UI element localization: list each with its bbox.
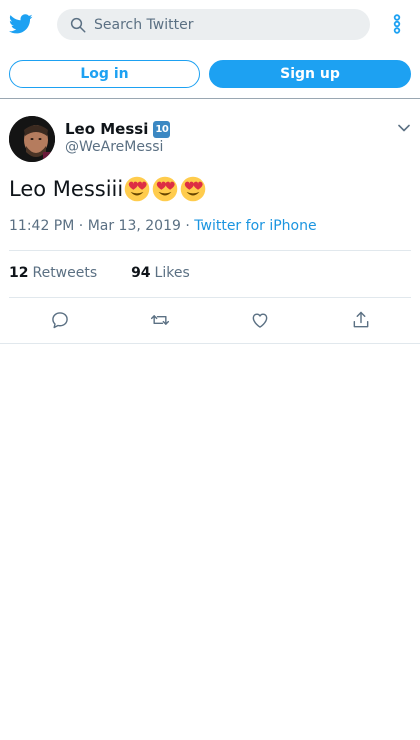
likes-label: Likes xyxy=(154,265,190,281)
share-icon[interactable] xyxy=(351,310,371,330)
heart-eyes-emoji xyxy=(152,176,178,202)
retweets-stat[interactable]: 12 Retweets xyxy=(9,265,102,281)
chevron-down-icon[interactable] xyxy=(396,120,412,136)
signup-button[interactable]: Sign up xyxy=(209,60,411,88)
stats-divider-bottom xyxy=(9,297,411,298)
retweets-count: 12 xyxy=(9,265,29,281)
tweet-stats: 12 Retweets 94 Likes xyxy=(9,265,190,281)
author-handle[interactable]: @WeAreMessi xyxy=(65,139,163,155)
tweet-meta: 11:42 PM · Mar 13, 2019 · Twitter for iP… xyxy=(9,218,317,234)
tweet-time[interactable]: 11:42 PM xyxy=(9,218,74,234)
search-icon xyxy=(70,17,86,33)
tweet-text: Leo Messiii xyxy=(9,174,206,204)
header-divider xyxy=(0,98,420,99)
keycap-ten-emoji: 10 xyxy=(153,120,171,138)
likes-stat[interactable]: 94 Likes xyxy=(131,265,190,281)
twitter-bird-icon[interactable] xyxy=(9,12,33,36)
heart-eyes-emoji xyxy=(180,176,206,202)
tweet-date[interactable]: Mar 13, 2019 xyxy=(88,218,181,234)
avatar-image xyxy=(9,116,55,162)
reply-icon[interactable] xyxy=(50,310,70,330)
tweet-text-content: Leo Messiii xyxy=(9,177,124,201)
heart-icon[interactable] xyxy=(250,310,270,330)
meta-separator: · xyxy=(78,218,84,234)
heart-eyes-emoji xyxy=(124,176,150,202)
retweet-icon[interactable] xyxy=(150,310,170,330)
author-name-row: Leo Messi 10 xyxy=(65,119,171,139)
search-box[interactable] xyxy=(57,9,370,40)
author-name[interactable]: Leo Messi xyxy=(65,120,148,138)
tweet-bottom-divider xyxy=(0,343,420,344)
meta-separator: · xyxy=(185,218,190,234)
emoji-row xyxy=(124,176,206,202)
avatar[interactable] xyxy=(9,116,55,162)
likes-count: 94 xyxy=(131,265,151,281)
retweets-label: Retweets xyxy=(32,265,98,281)
search-input[interactable] xyxy=(94,9,364,40)
login-button[interactable]: Log in xyxy=(9,60,200,88)
stats-divider-top xyxy=(9,250,411,251)
more-vertical-icon[interactable] xyxy=(388,14,406,34)
tweet-source-link[interactable]: Twitter for iPhone xyxy=(194,218,316,234)
top-bar xyxy=(0,0,420,48)
